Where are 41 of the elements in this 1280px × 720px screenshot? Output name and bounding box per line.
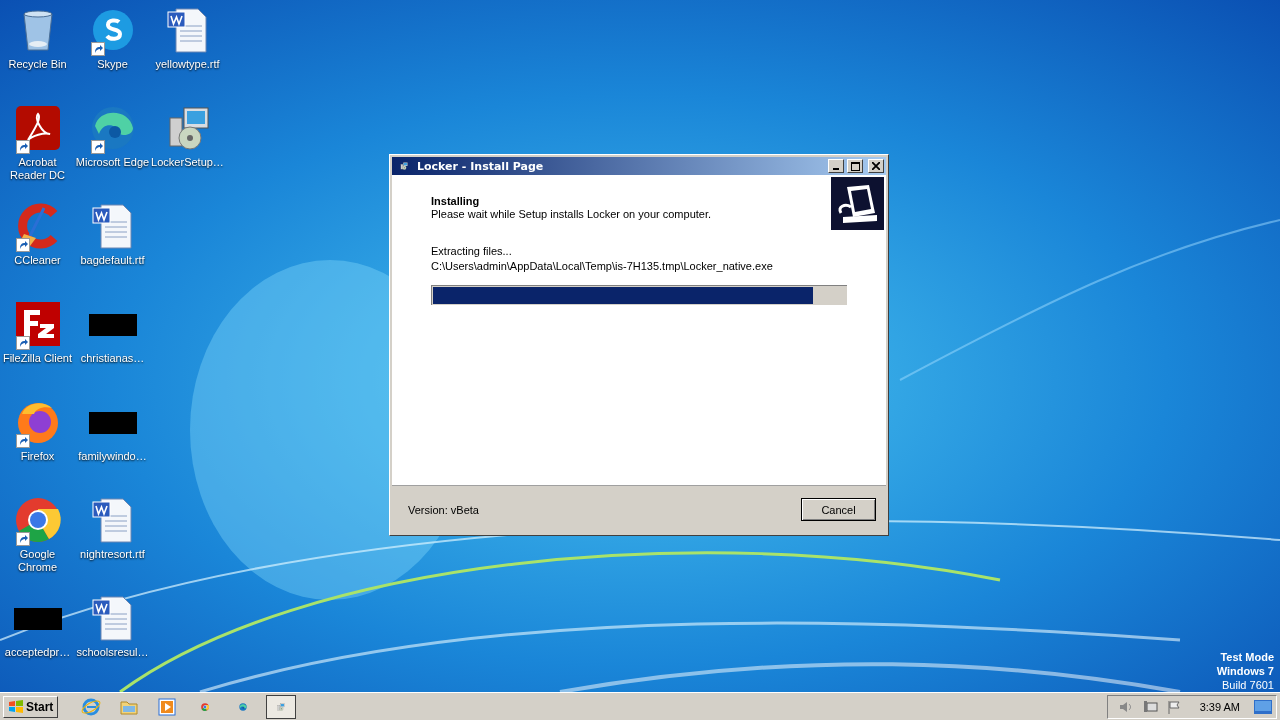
taskbar-app-button[interactable]: [266, 694, 297, 719]
browser-icon: [81, 696, 102, 717]
page-subheading: Please wait while Setup installs Locker on your computer.: [431, 208, 713, 220]
show-desktop-icon[interactable]: [1254, 699, 1272, 714]
windows-logo-icon: [8, 698, 24, 715]
maximize-icon: [850, 161, 860, 171]
desktop-icon-label[interactable]: Acrobat Reader DC: [0, 156, 75, 182]
desktop-icon-label[interactable]: schoolsresul…: [76, 646, 149, 659]
browser-icon: [13, 496, 62, 544]
desktop-icon-label[interactable]: yellowtype.rtf: [155, 58, 220, 71]
os-notice-text: Test Mode: [1220, 650, 1274, 664]
cancel-button[interactable]: Cancel: [801, 498, 876, 521]
clock[interactable]: 3:39 AM: [1199, 700, 1240, 713]
page-heading: Installing: [431, 195, 481, 207]
close-icon: [872, 162, 880, 170]
close-button[interactable]: [868, 159, 884, 173]
flag-icon[interactable]: [1165, 698, 1182, 715]
desktop-icon-label[interactable]: Skype: [97, 58, 128, 71]
desktop-icon-label[interactable]: LockerSetup…: [151, 156, 224, 169]
file-path-text: C:\Users\admin\AppData\Local\Temp\is-7H135.tmp\Locker_native.exe: [431, 260, 774, 272]
desktop-icon-label[interactable]: Google Chrome: [0, 548, 75, 574]
desktop-icon-label[interactable]: CCleaner: [14, 254, 61, 267]
media-player-icon: [157, 696, 178, 717]
window-title: Locker - Install Page: [417, 159, 545, 173]
desktop-icon-label[interactable]: Microsoft Edge: [75, 156, 150, 169]
os-notice-text: Build 7601: [1222, 678, 1274, 692]
network-icon[interactable]: [1141, 698, 1158, 715]
status-text: Extracting files...: [431, 245, 513, 257]
maximize-button[interactable]: [847, 159, 863, 173]
version-text: Version: vBeta: [408, 503, 479, 516]
desktop-icon-label[interactable]: christianas…: [80, 352, 145, 365]
minimize-button[interactable]: [828, 159, 844, 173]
desktop-icon-label[interactable]: Firefox: [20, 450, 55, 463]
desktop-icon-label[interactable]: familywindo…: [78, 450, 147, 463]
desktop-icon-label[interactable]: nightresort.rtf: [80, 548, 145, 561]
desktop-icon-label[interactable]: acceptedpr…: [4, 646, 71, 659]
start-button[interactable]: Start: [3, 695, 59, 718]
os-notice-text: Windows 7: [1216, 664, 1274, 678]
desktop-icon-label[interactable]: FileZilla Client: [2, 352, 73, 365]
desktop-icon-label[interactable]: bagdefault.rtf: [80, 254, 145, 267]
desktop-icon-label[interactable]: Recycle Bin: [8, 58, 67, 71]
